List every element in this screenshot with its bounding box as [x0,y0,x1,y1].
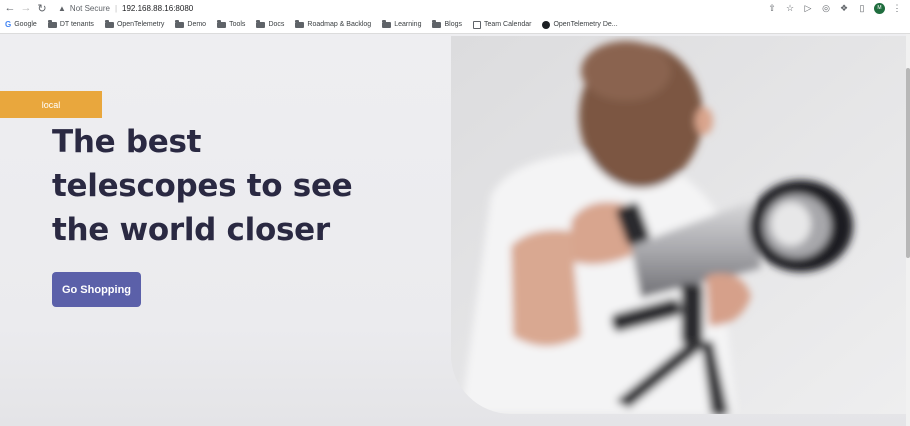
toolbar-actions: ⇧ ☆ ▷ ◎ ❖ ▯ M ⋮ [763,0,906,16]
bookmark-label: Team Calendar [483,21,532,28]
bookmark-label: Google [14,21,37,28]
headline-line-3: the world closer [52,212,330,248]
bookmark-roadmap-backlog[interactable]: Roadmap & Backlog [290,16,377,34]
bookmark-label: Docs [268,21,285,28]
headline-line-1: The best [52,124,202,160]
url-text[interactable]: 192.168.88.16:8080 [122,4,193,13]
bookmark-label: Learning [394,21,422,28]
bookmark-star-icon[interactable]: ☆ [781,0,799,16]
extensions-puzzle-icon[interactable]: ❖ [835,0,853,16]
security-label: Not Secure [69,3,110,13]
folder-icon [175,20,185,28]
bookmark-label: DT tenants [59,21,94,28]
folder-icon [104,20,114,28]
address-separator: | [114,3,118,13]
bookmark-label: Demo [187,21,207,28]
telescope-photo-illustration [451,36,906,414]
extension-globe-icon[interactable]: ◎ [817,0,835,16]
bookmark-label: OpenTelemetry De... [553,21,618,28]
extension-arrow-icon[interactable]: ▷ [799,0,817,16]
github-icon [542,20,551,29]
folder-icon [432,20,442,28]
scrollbar-thumb[interactable] [906,68,910,258]
hero-section: local The best telescopes to see the wor… [0,34,906,426]
folder-icon [382,20,392,28]
environment-badge: local [0,91,102,118]
bookmark-google[interactable]: G Google [0,16,43,34]
bookmark-opentelemetry[interactable]: OpenTelemetry [100,16,170,34]
bookmark-demo[interactable]: Demo [170,16,212,34]
share-icon[interactable]: ⇧ [763,0,781,16]
bookmark-label: Tools [229,21,246,28]
bookmark-dt-tenants[interactable]: DT tenants [43,16,100,34]
bookmark-label: Roadmap & Backlog [307,21,372,28]
calendar-icon [472,20,481,29]
headline-line-2: telescopes to see [52,168,353,204]
bookmarks-bar: G Google DT tenants OpenTelemetry Demo T… [0,16,910,34]
google-icon: G [5,20,12,29]
bookmark-opentelemetry-demo[interactable]: OpenTelemetry De... [537,16,623,34]
folder-icon [256,20,266,28]
warning-triangle-icon[interactable]: ▲ [58,4,66,13]
folder-icon [217,20,227,28]
bookmark-label: OpenTelemetry [116,21,165,28]
page-scrollbar[interactable] [906,34,910,426]
profile-avatar[interactable]: M [874,2,885,14]
bookmark-docs[interactable]: Docs [251,16,290,34]
hero-image-child-with-telescope [451,36,906,414]
bookmark-learning[interactable]: Learning [377,16,427,34]
bookmark-label: Blogs [444,21,462,28]
folder-icon [295,20,305,28]
bookmark-tools[interactable]: Tools [212,16,251,34]
back-arrow-icon[interactable]: ← [2,0,18,16]
browser-toolbar: ← → ↻ ▲ Not Secure | 192.168.88.16:8080 … [0,0,910,16]
forward-arrow-icon[interactable]: → [18,0,34,16]
folder-icon [47,20,57,28]
hero-headline: The best telescopes to see the world clo… [52,120,382,252]
bookmark-blogs[interactable]: Blogs [427,16,468,34]
side-panel-icon[interactable]: ▯ [853,0,871,16]
address-bar[interactable]: ▲ Not Secure | 192.168.88.16:8080 [58,1,193,15]
go-shopping-button[interactable]: Go Shopping [52,272,141,307]
bookmark-team-calendar[interactable]: Team Calendar [468,16,537,34]
more-menu-icon[interactable]: ⋮ [888,0,906,16]
reload-icon[interactable]: ↻ [34,0,50,16]
